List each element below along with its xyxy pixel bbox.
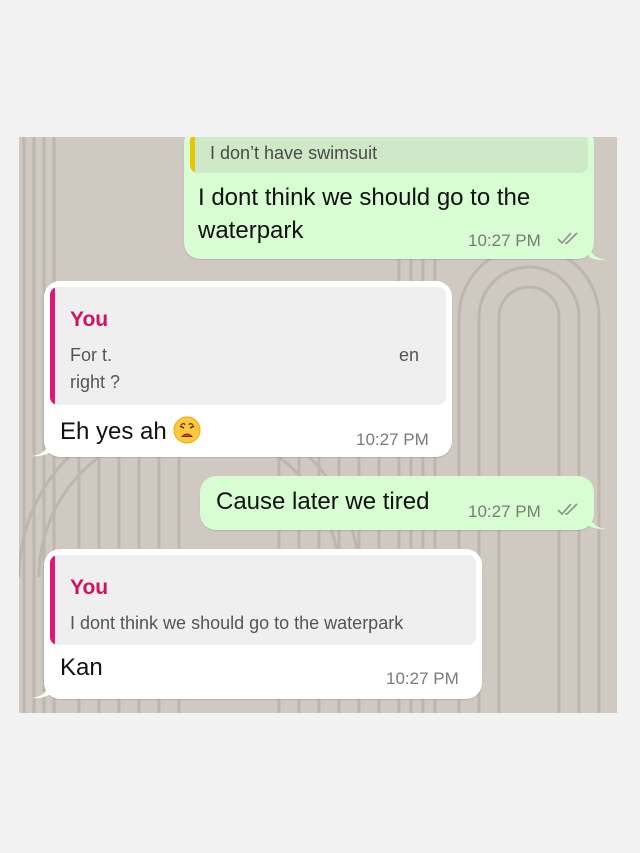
bubble-tail [31,443,49,457]
reply-preview-text: I don’t have swimsuit [210,143,378,163]
weary-face-icon [173,416,201,444]
reply-preview-text-line1-tail: en [399,345,420,365]
message-time: 10:27 PM [356,430,429,449]
bubble-tail [589,516,607,530]
reply-preview[interactable]: I don’t have swimsuit [190,137,588,173]
reply-preview-author: You [70,576,109,599]
message-time: 10:27 PM [468,231,541,250]
read-receipt-double-check-icon [557,232,578,245]
read-receipt-double-check-icon [557,503,578,516]
reply-preview-text-line2: right ? [70,372,121,392]
message-text: Cause later we tired [216,488,430,515]
message-text-content: Eh yes ah [60,418,167,445]
reply-preview-bar [50,287,55,405]
reply-preview-bar [190,137,195,173]
message-bubble-outgoing[interactable]: Cause later we tired 10:27 PM [200,476,594,530]
reply-preview[interactable]: You For t. en right ? [50,287,446,405]
message-time: 10:27 PM [386,669,459,688]
reply-preview-bar [50,555,55,645]
message-text: Kan [60,654,103,681]
reply-preview[interactable]: You I dont think we should go to the wat… [50,555,476,645]
chat-area[interactable]: I don’t have swimsuit I dont think we sh… [19,137,617,713]
bubble-tail [31,685,49,699]
message-time: 10:27 PM [468,502,541,521]
bubble-tail [589,247,607,261]
message-bubble-outgoing[interactable]: I don’t have swimsuit I dont think we sh… [184,137,594,259]
reply-preview-text: I dont think we should go to the waterpa… [70,613,404,633]
reply-preview-text-line1: For t. [70,345,113,365]
reply-preview-author: You [70,308,109,331]
message-bubble-incoming[interactable]: You I dont think we should go to the wat… [44,549,482,699]
message-bubble-incoming[interactable]: You For t. en right ? Eh yes ah 10:27 PM [44,281,452,457]
message-text: Eh yes ah [60,415,300,448]
